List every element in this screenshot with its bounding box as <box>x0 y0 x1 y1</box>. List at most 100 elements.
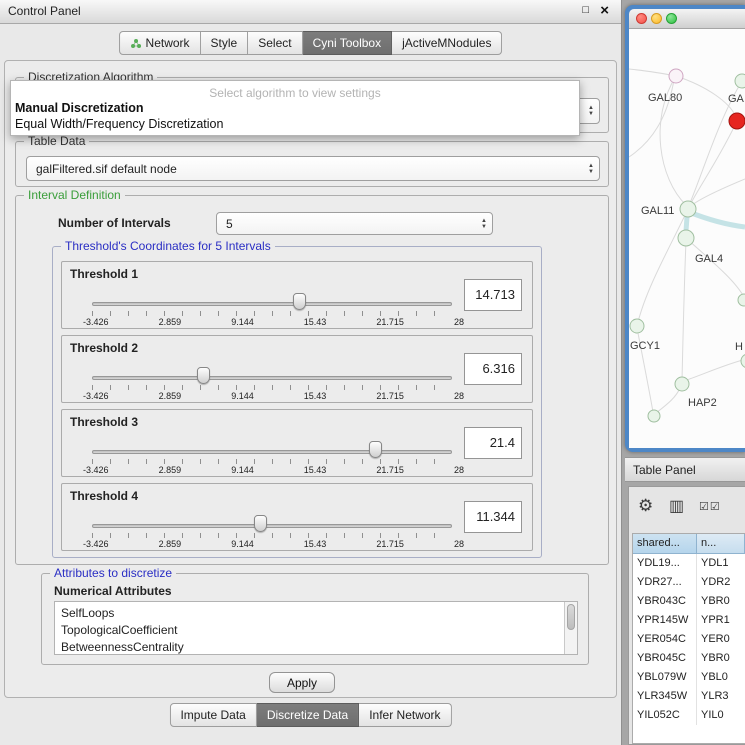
table-row[interactable]: YBR043CYBR0 <box>633 592 745 611</box>
network-node-gcy1[interactable] <box>630 319 644 333</box>
apply-button[interactable]: Apply <box>269 672 335 693</box>
network-node-gal80[interactable] <box>669 69 683 83</box>
scale-label: -3.426 <box>83 391 109 401</box>
cell-name: YDL1 <box>697 554 745 573</box>
column-header[interactable]: n... <box>697 534 745 554</box>
tab-network[interactable]: Network <box>119 31 201 55</box>
network-node-hap2[interactable] <box>675 377 689 391</box>
network-node-gal11[interactable] <box>680 201 696 217</box>
float-window-icon[interactable]: □ <box>582 4 589 16</box>
attribute-item[interactable]: TopologicalCoefficient <box>55 622 577 639</box>
scale-label: 9.144 <box>231 391 254 401</box>
slider-thumb[interactable] <box>254 515 267 532</box>
attribute-item[interactable]: SelfLoops <box>55 602 577 622</box>
chevron-down-icon: ▼ <box>481 224 487 230</box>
number-of-intervals-combobox[interactable]: 5 ▲ ▼ <box>216 212 493 235</box>
slider-track[interactable] <box>92 450 452 454</box>
tab-impute-data[interactable]: Impute Data <box>169 703 256 727</box>
scale-label: 21.715 <box>376 539 404 549</box>
threshold-slider[interactable]: -3.4262.8599.14415.4321.71528 <box>92 410 452 478</box>
scale-label: 9.144 <box>231 539 254 549</box>
table-data-group: Table Data galFiltered.sif default node … <box>15 141 609 187</box>
tab-label: jActiveMNodules <box>402 36 491 50</box>
algorithm-dropdown-popup: Select algorithm to view settings Manual… <box>10 80 580 136</box>
combobox-stepper-icon[interactable]: ▲ ▼ <box>588 163 594 175</box>
table-row[interactable]: YIL052CYIL0 <box>633 706 745 725</box>
threshold-slider[interactable]: -3.4262.8599.14415.4321.71528 <box>92 484 452 552</box>
scale-label: 9.144 <box>231 465 254 475</box>
columns-icon[interactable]: ▥ <box>669 496 684 516</box>
table-row[interactable]: YDL19...YDL1 <box>633 554 745 573</box>
table-row[interactable]: YBL079WYBL0 <box>633 668 745 687</box>
numerical-attributes-label: Numerical Attributes <box>54 584 172 598</box>
algorithm-option[interactable]: Manual Discretization <box>11 100 579 116</box>
threshold-value-field[interactable]: 14.713 <box>464 279 522 311</box>
slider-track[interactable] <box>92 524 452 528</box>
slider-scale-labels: -3.4262.8599.14415.4321.71528 <box>83 539 464 549</box>
combobox-stepper-icon[interactable]: ▲ ▼ <box>481 218 487 230</box>
numerical-attributes-list[interactable]: SelfLoopsTopologicalCoefficientBetweenne… <box>54 601 578 655</box>
cell-name: YLR3 <box>697 687 745 706</box>
slider-thumb[interactable] <box>293 293 306 310</box>
tab-label: Style <box>211 36 238 50</box>
attribute-item[interactable]: BetweennessCentrality <box>55 639 577 655</box>
gear-icon[interactable]: ⚙ <box>638 496 653 516</box>
select-columns-icon[interactable]: ☑☑ <box>699 500 721 513</box>
network-window-titlebar[interactable] <box>629 9 745 29</box>
table-row[interactable]: YBR045CYBR0 <box>633 649 745 668</box>
control-panel-titlebar: Control Panel □ × <box>0 0 621 24</box>
network-canvas[interactable]: GAL80GAGAL11GAL4GCY1HHAP2 <box>629 29 745 448</box>
threshold-slider[interactable]: -3.4262.8599.14415.4321.71528 <box>92 336 452 404</box>
network-node-ga[interactable] <box>735 74 745 88</box>
table-row[interactable]: YDR27...YDR2 <box>633 573 745 592</box>
close-traffic-light-icon[interactable] <box>636 13 647 24</box>
table-data-combobox[interactable]: galFiltered.sif default node ▲ ▼ <box>26 156 600 181</box>
node-label: GAL80 <box>648 92 682 104</box>
table-row[interactable]: YER054CYER0 <box>633 630 745 649</box>
network-node[interactable] <box>729 113 745 129</box>
zoom-traffic-light-icon[interactable] <box>666 13 677 24</box>
network-node-h[interactable] <box>741 354 745 368</box>
tab-discretize-data[interactable]: Discretize Data <box>257 703 359 727</box>
tab-jactivemnodules[interactable]: jActiveMNodules <box>392 31 502 55</box>
tab-style[interactable]: Style <box>201 31 249 55</box>
network-node[interactable] <box>738 294 745 306</box>
threshold-box: Threshold 4 -3.4262.8599.14415.4321.7152… <box>61 483 533 551</box>
slider-track[interactable] <box>92 376 452 380</box>
threshold-value-field[interactable]: 11.344 <box>464 501 522 533</box>
network-node-gal4[interactable] <box>678 230 694 246</box>
scale-label: 2.859 <box>159 317 182 327</box>
slider-thumb[interactable] <box>197 367 210 384</box>
combobox-stepper-icon[interactable]: ▲ ▼ <box>588 105 594 117</box>
node-table-body: YDL19...YDL1YDR27...YDR2YBR043CYBR0YPR14… <box>633 554 745 725</box>
cell-name: YBR0 <box>697 592 745 611</box>
table-row[interactable]: YPR145WYPR1 <box>633 611 745 630</box>
tab-cyni-toolbox[interactable]: Cyni Toolbox <box>303 31 392 55</box>
table-row[interactable]: YLR345WYLR3 <box>633 687 745 706</box>
column-header[interactable]: shared... <box>633 534 697 554</box>
network-view-window: GAL80GAGAL11GAL4GCY1HHAP2 <box>625 5 745 452</box>
panel-title: Control Panel <box>8 0 81 23</box>
close-icon[interactable]: × <box>600 2 609 19</box>
network-icon <box>130 38 142 49</box>
tab-select[interactable]: Select <box>248 31 302 55</box>
scale-label: 2.859 <box>159 539 182 549</box>
slider-ticks <box>92 311 452 316</box>
scale-label: 28 <box>454 317 464 327</box>
bottom-tab-bar: Impute DataDiscretize DataInfer Network <box>169 703 451 727</box>
algorithm-option[interactable]: Equal Width/Frequency Discretization <box>11 116 579 132</box>
slider-thumb[interactable] <box>369 441 382 458</box>
list-scrollbar[interactable] <box>564 602 577 654</box>
slider-track[interactable] <box>92 302 452 306</box>
threshold-slider[interactable]: -3.4262.8599.14415.4321.71528 <box>92 262 452 330</box>
tab-infer-network[interactable]: Infer Network <box>359 703 451 727</box>
table-data-combobox-value: galFiltered.sif default node <box>36 157 177 180</box>
minimize-traffic-light-icon[interactable] <box>651 13 662 24</box>
network-graph-svg[interactable]: GAL80GAGAL11GAL4GCY1HHAP2 <box>629 29 745 448</box>
scrollbar-thumb[interactable] <box>567 604 575 630</box>
thresholds-group: Threshold's Coordinates for 5 Intervals … <box>52 246 542 558</box>
node-table[interactable]: shared...n... YDL19...YDL1YDR27...YDR2YB… <box>632 533 745 744</box>
network-node[interactable] <box>648 410 660 422</box>
threshold-value-field[interactable]: 21.4 <box>464 427 522 459</box>
threshold-value-field[interactable]: 6.316 <box>464 353 522 385</box>
